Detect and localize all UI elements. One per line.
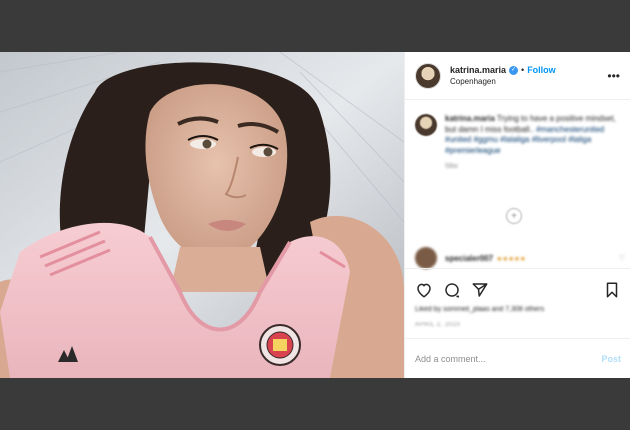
separator-dot: • — [521, 65, 525, 75]
bookmark-icon[interactable] — [603, 281, 621, 304]
action-bar — [405, 268, 630, 308]
more-options-icon[interactable]: ••• — [607, 69, 620, 83]
share-icon[interactable] — [471, 281, 489, 304]
follow-button[interactable]: Follow — [527, 65, 556, 75]
verified-badge-icon: ✓ — [509, 65, 519, 75]
post-header: katrina.maria ✓ • Follow Copenhagen ••• — [405, 52, 630, 100]
add-comment-input[interactable] — [415, 353, 602, 364]
caption-time: 58w — [445, 163, 458, 170]
likes-summary[interactable]: Liked by sommeil_plaas and 7,308 others — [415, 306, 544, 313]
author-info: katrina.maria ✓ • Follow Copenhagen — [450, 65, 556, 86]
author-avatar[interactable] — [415, 62, 441, 89]
comment-like-icon[interactable]: ♡ — [619, 254, 625, 262]
comment-emojis: ●●●●● — [497, 253, 527, 263]
commenter-username[interactable]: specialer007 — [445, 254, 493, 263]
post-modal: katrina.maria ✓ • Follow Copenhagen ••• … — [0, 52, 630, 378]
post-date: APRIL 2, 2020 — [415, 322, 461, 328]
post-side-panel: katrina.maria ✓ • Follow Copenhagen ••• … — [404, 52, 630, 378]
author-row: katrina.maria ✓ • Follow — [450, 65, 556, 75]
caption-text-block: katrina.maria Trying to have a positive … — [445, 114, 625, 173]
commenter-avatar[interactable] — [415, 247, 437, 269]
post-location[interactable]: Copenhagen — [450, 77, 556, 86]
comment-icon[interactable] — [443, 281, 461, 304]
post-photo[interactable] — [0, 52, 404, 378]
caption-avatar[interactable] — [415, 114, 437, 136]
load-more-comments-icon[interactable]: + — [506, 208, 522, 224]
post-comment-button[interactable]: Post — [601, 354, 621, 364]
comment-row: specialer007 ●●●●● ♡ — [415, 247, 625, 269]
heart-icon[interactable] — [415, 281, 433, 304]
selfie-image — [0, 52, 404, 378]
add-comment-bar: Post — [405, 338, 630, 378]
caption-username[interactable]: katrina.maria — [445, 114, 495, 123]
author-username[interactable]: katrina.maria — [450, 65, 506, 75]
post-caption: katrina.maria Trying to have a positive … — [415, 114, 625, 173]
